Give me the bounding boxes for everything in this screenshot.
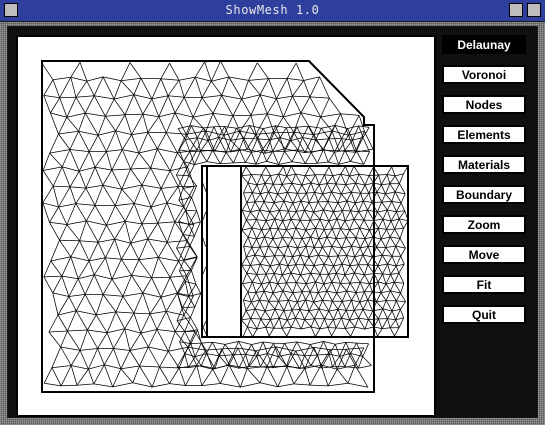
move-button[interactable]: Move	[442, 245, 526, 264]
maximize-icon[interactable]	[527, 3, 541, 17]
voronoi-button[interactable]: Voronoi	[442, 65, 526, 84]
fit-button[interactable]: Fit	[442, 275, 526, 294]
app-client-area: Delaunay Voronoi Nodes Elements Material…	[7, 26, 538, 418]
delaunay-button-label: Delaunay	[457, 37, 511, 52]
minimize-icon[interactable]	[509, 3, 523, 17]
zoom-button-label: Zoom	[467, 217, 501, 232]
mesh-canvas[interactable]	[16, 35, 436, 417]
zoom-button[interactable]: Zoom	[442, 215, 526, 234]
delaunay-button[interactable]: Delaunay	[442, 35, 526, 54]
nodes-button-label: Nodes	[465, 97, 503, 112]
voronoi-button-label: Voronoi	[461, 67, 507, 82]
nodes-button[interactable]: Nodes	[442, 95, 526, 114]
mesh-drawing	[41, 60, 409, 393]
showmesh-window: ShowMesh 1.0 Delaunay Voronoi Nodes Elem…	[0, 0, 545, 425]
elements-button[interactable]: Elements	[442, 125, 526, 144]
materials-button[interactable]: Materials	[442, 155, 526, 174]
fit-button-label: Fit	[476, 277, 492, 292]
boundary-button-label: Boundary	[455, 187, 512, 202]
inner-slot-hole	[206, 165, 242, 338]
window-title: ShowMesh 1.0	[225, 3, 320, 17]
materials-button-label: Materials	[457, 157, 511, 172]
titlebar: ShowMesh 1.0	[0, 0, 545, 22]
quit-button-label: Quit	[472, 307, 496, 322]
boundary-button[interactable]: Boundary	[442, 185, 526, 204]
elements-button-label: Elements	[457, 127, 511, 142]
quit-button[interactable]: Quit	[442, 305, 526, 324]
move-button-label: Move	[468, 247, 500, 262]
